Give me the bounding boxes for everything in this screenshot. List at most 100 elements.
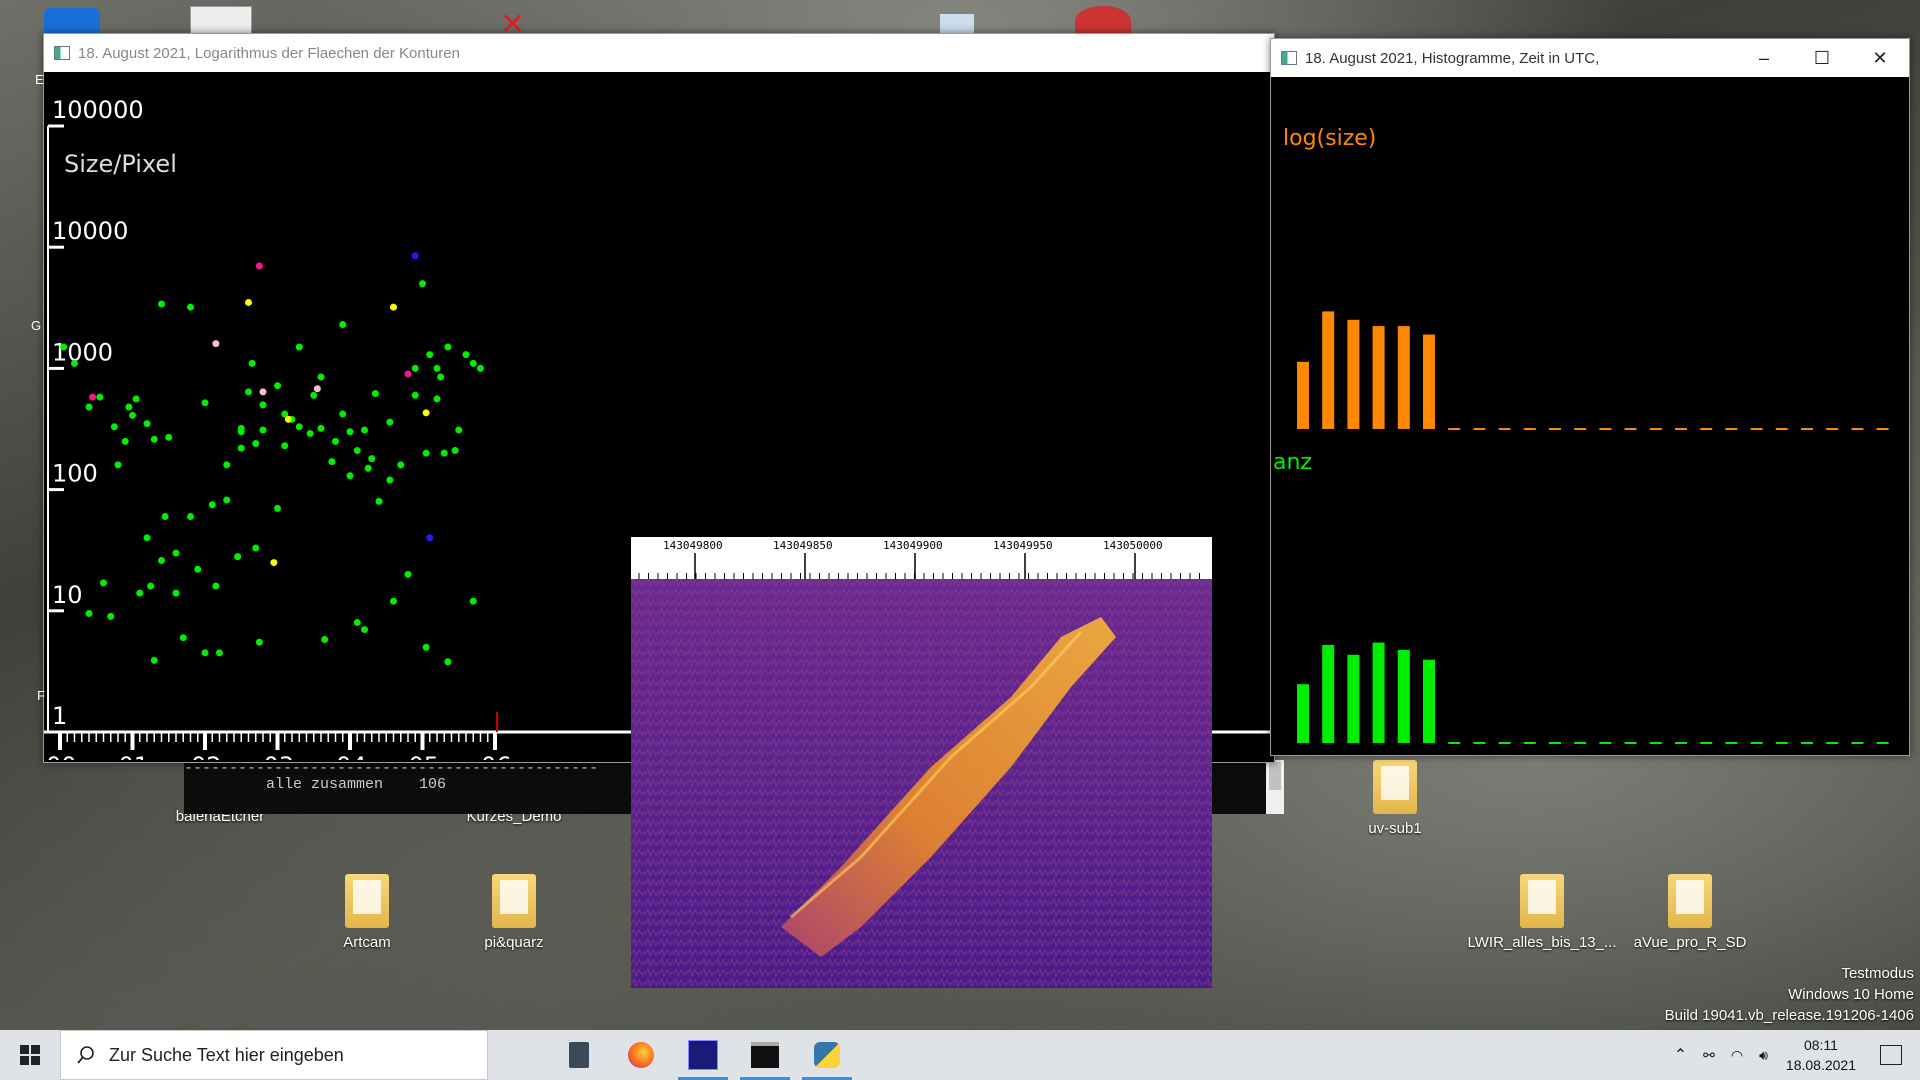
- close-button[interactable]: ✕: [1851, 39, 1909, 77]
- scatter-point: [237, 444, 245, 452]
- network-icon[interactable]: ⚯: [1703, 1047, 1715, 1064]
- taskbar-terminal[interactable]: [734, 1030, 796, 1080]
- scatter-point: [444, 658, 452, 666]
- clock[interactable]: 08:11 18.08.2021: [1786, 1035, 1856, 1075]
- scatter-point: [248, 359, 256, 367]
- terminal-scrollbar[interactable]: [1266, 760, 1284, 814]
- search-icon: [77, 1046, 94, 1064]
- scatter-point: [270, 559, 278, 567]
- scatter-point: [107, 612, 115, 620]
- terminal-icon: [751, 1042, 779, 1068]
- scatter-point: [237, 428, 245, 436]
- x-tick-label: 03: [264, 752, 295, 760]
- edge-letter: F: [37, 688, 45, 703]
- y-axis-label: Size/Pixel: [64, 150, 177, 178]
- calculator-icon: [569, 1042, 589, 1068]
- scatter-point: [368, 455, 376, 463]
- scatter-point: [259, 388, 267, 396]
- y-tick-label: 100: [52, 460, 98, 488]
- scatter-point: [132, 395, 140, 403]
- search-box[interactable]: Zur Suche Text hier eingeben: [60, 1030, 488, 1080]
- ruler-label: 143049900: [883, 539, 943, 552]
- scatter-point: [85, 609, 93, 617]
- scatter-point: [121, 437, 129, 445]
- scatter-point: [85, 403, 93, 411]
- scatter-point: [172, 589, 180, 597]
- scatter-point: [179, 634, 187, 642]
- folder-icon: [345, 874, 389, 928]
- histogram-title-top: log(size): [1283, 126, 1376, 151]
- scatter-point: [245, 388, 252, 396]
- y-tick-label: 1000: [52, 338, 113, 366]
- folder-icon: [1373, 760, 1417, 814]
- taskbar-app-radio[interactable]: [672, 1030, 734, 1080]
- desktop-icon-pi-quarz[interactable]: pi&quarz: [459, 874, 569, 951]
- scatter-point: [158, 300, 165, 308]
- scatter-point: [332, 437, 339, 445]
- scatter-point: [411, 252, 419, 260]
- histogram-title-bottom: anz: [1273, 450, 1312, 475]
- windows-icon: [20, 1045, 40, 1065]
- notification-icon[interactable]: [1880, 1045, 1902, 1065]
- spectrogram: 143049800 143049850 143049900 143049950 1430…: [631, 537, 1212, 988]
- app-icon: [1281, 51, 1297, 65]
- desktop-icon-uv-sub1[interactable]: uv-sub1: [1340, 760, 1450, 837]
- scatter-point: [328, 458, 336, 466]
- volume-icon[interactable]: 🔊︎: [1759, 1047, 1768, 1064]
- folder-icon: [1668, 874, 1712, 928]
- scatter-point: [455, 426, 463, 434]
- wifi-icon[interactable]: ◠: [1731, 1047, 1743, 1064]
- scatter-point: [274, 382, 281, 390]
- scatter-point: [462, 351, 470, 359]
- taskbar-python[interactable]: [796, 1030, 858, 1080]
- scatter-point: [281, 442, 289, 450]
- scatter-point: [339, 321, 347, 329]
- x-tick-label: 00: [46, 752, 77, 760]
- scatter-window-titlebar[interactable]: 18. August 2021, Logarithmus der Flaeche…: [44, 34, 1274, 72]
- scatter-point: [212, 340, 220, 348]
- desktop-icon-avue[interactable]: aVue_pro_R_SD: [1630, 874, 1750, 951]
- maximize-button[interactable]: ☐: [1793, 39, 1851, 77]
- desktop-icon-artcam[interactable]: Artcam: [312, 874, 422, 951]
- scatter-point: [259, 426, 267, 434]
- scatter-point: [100, 579, 107, 587]
- histogram-window-titlebar[interactable]: 18. August 2021, Histogramme, Zeit in UT…: [1271, 39, 1909, 77]
- scatter-point: [284, 415, 292, 423]
- histogram-bar-bottom: [1372, 642, 1385, 743]
- desktop-icon-lwir[interactable]: LWIR_alles_bis_13_...: [1462, 874, 1622, 951]
- scatter-point: [469, 597, 477, 605]
- chevron-up-icon[interactable]: ⌃: [1674, 1045, 1687, 1065]
- histogram-window[interactable]: 18. August 2021, Histogramme, Zeit in UT…: [1270, 38, 1910, 756]
- scatter-point: [187, 512, 194, 520]
- scatter-point: [306, 430, 314, 438]
- scatter-point: [404, 570, 412, 578]
- scatter-point: [440, 449, 448, 457]
- spectrogram-window[interactable]: 143049800 143049850 143049900 143049950 1430…: [631, 537, 1212, 988]
- y-tick-label: 10: [52, 581, 83, 609]
- x-tick-label: 05: [409, 752, 440, 760]
- scatter-point: [255, 638, 263, 646]
- scatter-point: [201, 649, 209, 657]
- scatter-point: [371, 390, 379, 398]
- desktop-top-icon-5[interactable]: [1075, 6, 1131, 36]
- scrollbar-thumb[interactable]: [1269, 762, 1281, 790]
- taskbar-calculator[interactable]: [548, 1030, 610, 1080]
- test-mode-watermark: Testmodus Windows 10 Home Build 19041.vb…: [1665, 963, 1914, 1026]
- scatter-point: [339, 410, 347, 418]
- scatter-point: [353, 619, 361, 627]
- clock-time: 08:11: [1803, 1037, 1838, 1053]
- scatter-point: [361, 426, 368, 434]
- scatter-point: [110, 423, 118, 431]
- histogram-bar-top: [1322, 311, 1335, 429]
- scatter-point: [136, 589, 144, 597]
- scatter-point: [60, 343, 68, 351]
- start-button[interactable]: [0, 1030, 60, 1080]
- scatter-point: [390, 303, 397, 311]
- histogram-window-title: 18. August 2021, Histogramme, Zeit in UT…: [1305, 49, 1600, 67]
- scatter-point: [252, 544, 260, 552]
- minimize-button[interactable]: –: [1735, 39, 1793, 77]
- taskbar-firefox[interactable]: [610, 1030, 672, 1080]
- python-icon: [814, 1042, 840, 1068]
- desktop-top-icon-1[interactable]: [44, 8, 100, 36]
- terminal-line: alle zusammen 106: [266, 776, 447, 793]
